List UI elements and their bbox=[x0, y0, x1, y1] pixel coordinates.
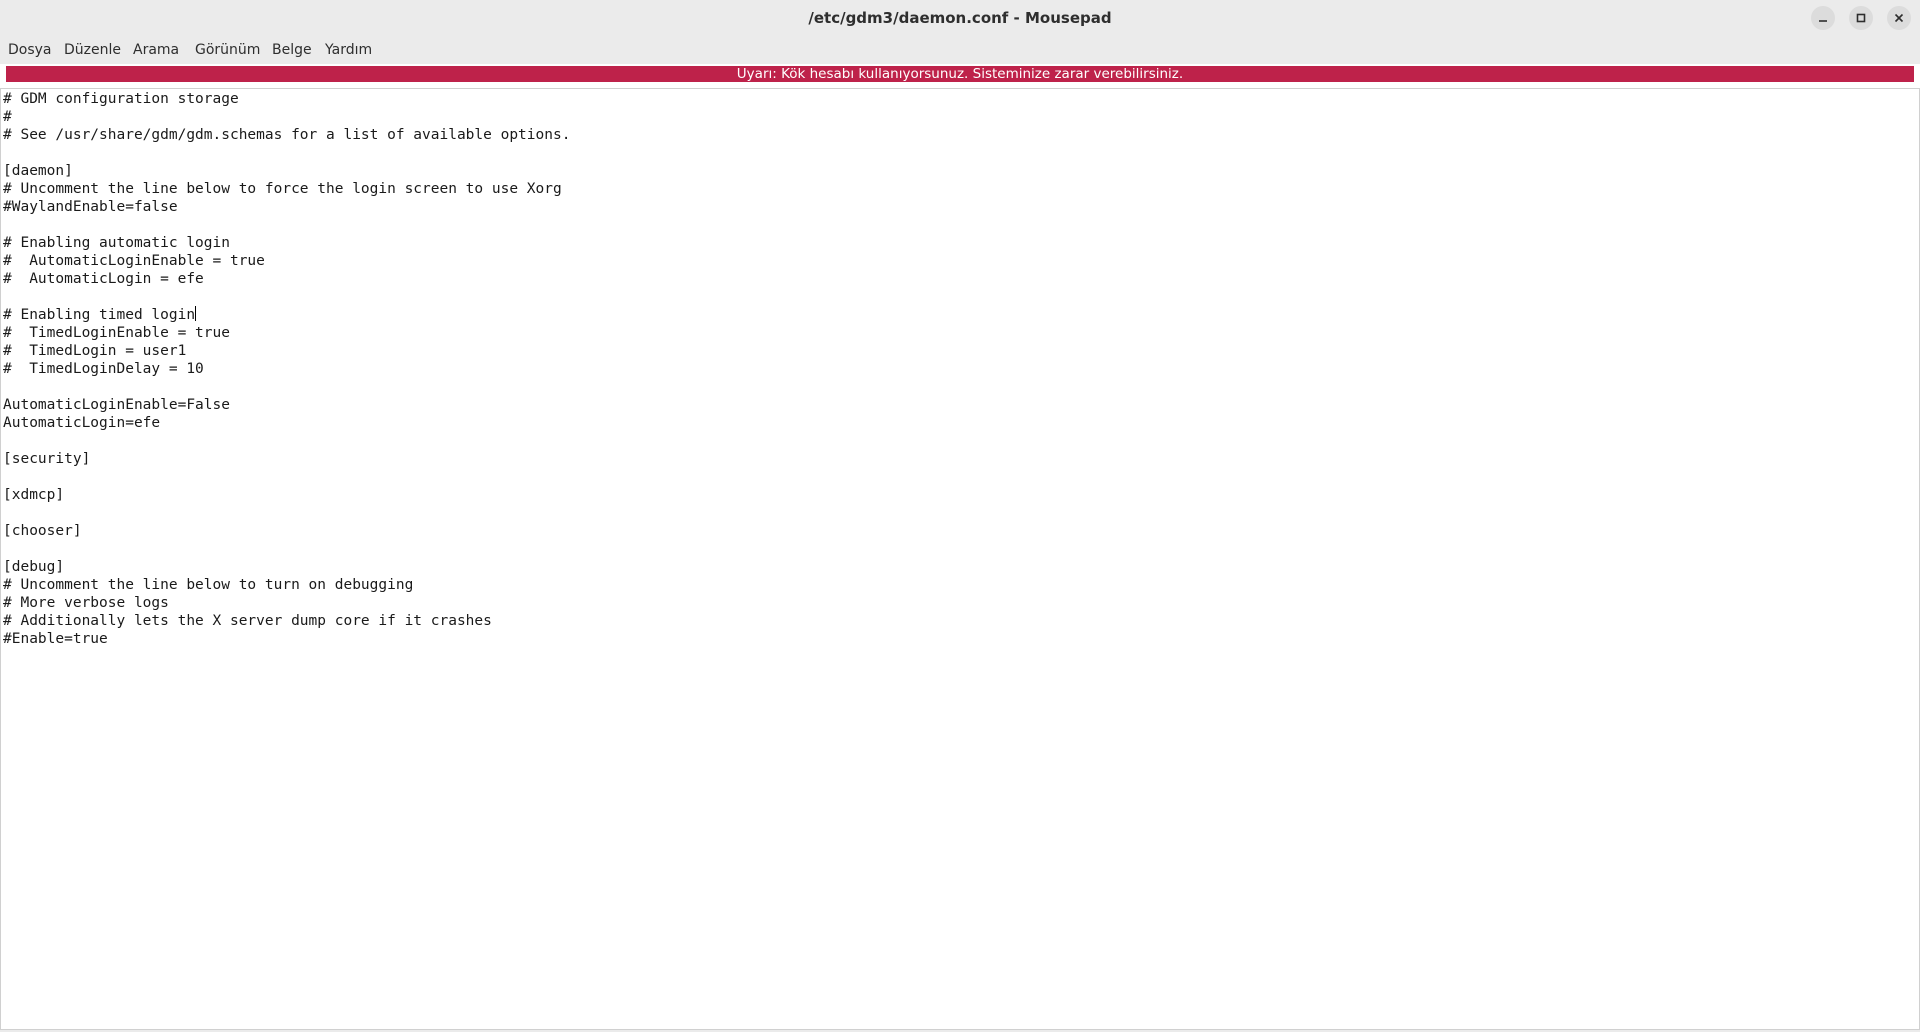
code-line: # TimedLogin = user1 bbox=[3, 343, 187, 359]
menu-bar: Dosya Düzenle Arama Görünüm Belge Yardım bbox=[0, 36, 1920, 64]
code-line: # Enabling automatic login bbox=[3, 235, 230, 251]
minimize-icon bbox=[1819, 20, 1827, 22]
code-line: [security] bbox=[3, 451, 91, 467]
code-line: # AutomaticLoginEnable = true bbox=[3, 253, 265, 269]
close-icon bbox=[1894, 13, 1904, 23]
menu-help[interactable]: Yardım bbox=[325, 36, 372, 64]
menu-file[interactable]: Dosya bbox=[8, 36, 52, 64]
menu-document[interactable]: Belge bbox=[272, 36, 312, 64]
maximize-button[interactable] bbox=[1849, 6, 1873, 30]
mousepad-window: /etc/gdm3/daemon.conf - Mousepad Dosya D… bbox=[0, 0, 1920, 1032]
code-line: # TimedLoginDelay = 10 bbox=[3, 361, 204, 377]
maximize-icon bbox=[1856, 13, 1866, 23]
code-line: [chooser] bbox=[3, 523, 82, 539]
code-line-with-caret: # Enabling timed login bbox=[3, 306, 570, 324]
code-line: # Uncomment the line below to force the … bbox=[3, 181, 562, 197]
code-line: #Enable=true bbox=[3, 631, 108, 647]
code-line: AutomaticLoginEnable=False bbox=[3, 397, 230, 413]
code-line: AutomaticLogin=efe bbox=[3, 415, 161, 431]
code-line: # bbox=[3, 109, 12, 125]
code-line: [daemon] bbox=[3, 163, 73, 179]
editor-content[interactable]: # GDM configuration storage # # See /usr… bbox=[3, 90, 570, 648]
code-line: # See /usr/share/gdm/gdm.schemas for a l… bbox=[3, 127, 571, 143]
code-line: # TimedLoginEnable = true bbox=[3, 325, 230, 341]
window-title: /etc/gdm3/daemon.conf - Mousepad bbox=[808, 9, 1112, 27]
menu-view[interactable]: Görünüm bbox=[195, 36, 260, 64]
text-cursor bbox=[195, 306, 197, 321]
menu-edit[interactable]: Düzenle bbox=[64, 36, 121, 64]
code-line: # Uncomment the line below to turn on de… bbox=[3, 577, 414, 593]
code-line-text: # Enabling timed login bbox=[3, 307, 196, 323]
text-editor[interactable]: # GDM configuration storage # # See /usr… bbox=[0, 88, 1920, 1030]
code-line: # Additionally lets the X server dump co… bbox=[3, 613, 492, 629]
code-line: [debug] bbox=[3, 559, 65, 575]
code-line: #WaylandEnable=false bbox=[3, 199, 178, 215]
code-line: # More verbose logs bbox=[3, 595, 169, 611]
close-button[interactable] bbox=[1887, 6, 1911, 30]
code-line: # AutomaticLogin = efe bbox=[3, 271, 204, 287]
code-line: [xdmcp] bbox=[3, 487, 65, 503]
code-line: # GDM configuration storage bbox=[3, 91, 239, 107]
menu-search[interactable]: Arama bbox=[133, 36, 179, 64]
minimize-button[interactable] bbox=[1811, 6, 1835, 30]
title-bar[interactable]: /etc/gdm3/daemon.conf - Mousepad bbox=[0, 0, 1920, 36]
root-warning-banner: Uyarı: Kök hesabı kullanıyorsunuz. Siste… bbox=[6, 66, 1914, 82]
